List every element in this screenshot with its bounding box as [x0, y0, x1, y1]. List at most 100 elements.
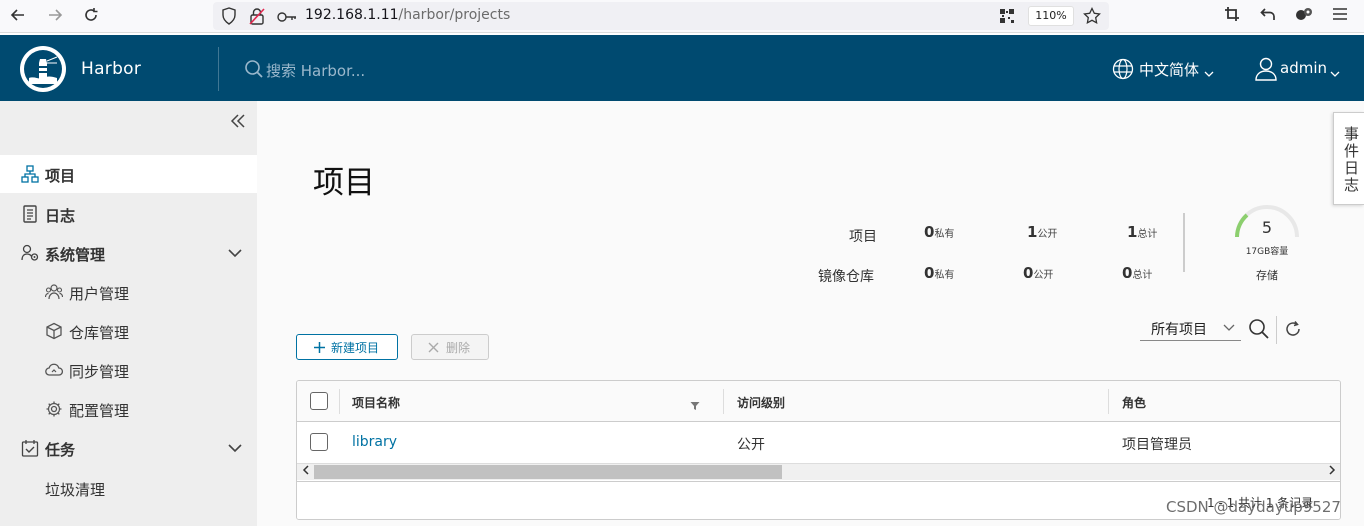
back-icon[interactable]: [7, 6, 29, 26]
storage-value: 5: [1261, 218, 1273, 237]
refresh-icon[interactable]: [1283, 319, 1303, 339]
stat-projects-label: 项目: [849, 229, 877, 245]
chevron-down-icon[interactable]: [228, 244, 244, 262]
admin-users-icon: [21, 244, 39, 262]
insecure-lock-icon[interactable]: [249, 7, 265, 29]
toolbar-divider: [1276, 316, 1277, 344]
search-icon[interactable]: [1248, 318, 1270, 340]
scroll-left-icon[interactable]: [299, 465, 313, 479]
sidebar-item-users[interactable]: 用户管理: [0, 273, 257, 311]
select-all-checkbox[interactable]: [310, 392, 328, 410]
language-label: 中文简体: [1139, 61, 1200, 79]
sidebar-item-label: 用户管理: [69, 285, 130, 303]
forward-icon[interactable]: [44, 6, 66, 26]
sidebar-item-configuration[interactable]: 配置管理: [0, 390, 257, 428]
collapse-sidebar-icon[interactable]: [228, 110, 248, 132]
stat-repos-total: 0总计: [1122, 264, 1152, 282]
search-icon[interactable]: [244, 59, 264, 79]
app-header: Harbor 搜索 Harbor... 中文简体 admin: [0, 35, 1364, 101]
url-host: 192.168.1.11: [305, 7, 399, 23]
delete-label: 删除: [446, 341, 471, 355]
sidebar-item-label: 系统管理: [45, 246, 106, 264]
chevron-down-icon: [1204, 64, 1214, 82]
shield-icon[interactable]: [221, 7, 237, 29]
horizontal-scrollbar[interactable]: [297, 463, 1340, 480]
chevron-down-icon[interactable]: [228, 439, 244, 457]
stat-projects-total: 1总计: [1127, 223, 1157, 241]
chevron-down-icon: [1223, 321, 1235, 333]
stat-suffix: 公开: [1037, 229, 1058, 240]
row-checkbox[interactable]: [310, 433, 328, 451]
filter-icon[interactable]: [690, 396, 700, 415]
tasks-icon: [21, 439, 39, 457]
page-title: 项目: [313, 165, 375, 200]
menu-icon[interactable]: [1329, 6, 1351, 26]
harbor-logo[interactable]: [20, 46, 66, 92]
url-bar[interactable]: 192.168.1.11/harbor/projects 110%: [213, 2, 1109, 30]
stat-suffix: 总计: [1137, 229, 1158, 240]
qr-code-icon[interactable]: [999, 8, 1015, 28]
sidebar-item-label: 同步管理: [69, 363, 130, 381]
sidebar-item-registries[interactable]: 仓库管理: [0, 312, 257, 350]
stat-suffix: 私有: [934, 270, 955, 281]
sidebar-item-projects[interactable]: 项目: [0, 155, 257, 193]
stat-value: 0: [1122, 264, 1133, 282]
user-icon: [1255, 57, 1277, 85]
stat-value: 1: [1127, 223, 1138, 241]
bookmark-star-icon[interactable]: [1083, 6, 1101, 29]
column-divider: [339, 389, 340, 414]
sidebar-item-administration[interactable]: 系统管理: [0, 234, 257, 272]
log-icon: [21, 205, 39, 223]
plus-icon: [313, 335, 326, 361]
new-project-button[interactable]: 新建项目: [296, 334, 398, 360]
cloud-sync-icon: [45, 361, 64, 379]
delete-button[interactable]: 删除: [411, 334, 489, 360]
table-row[interactable]: library 公开 项目管理员: [297, 422, 1340, 463]
watermark: CSDN @daydayup9527: [1166, 498, 1341, 516]
crop-icon[interactable]: [1221, 6, 1243, 26]
stat-value: 1: [1027, 223, 1038, 241]
stat-repos-public: 0公开: [1023, 264, 1053, 282]
main-content: 项目 项目 0私有 1公开 1总计 镜像仓库 0私有 0公开 0总计 5 17G…: [257, 101, 1364, 526]
stat-suffix: 总计: [1132, 270, 1153, 281]
sidebar-item-tasks[interactable]: 任务: [0, 429, 257, 467]
username: admin: [1280, 59, 1327, 77]
stat-repos-private: 0私有: [924, 264, 954, 282]
url-text[interactable]: 192.168.1.11/harbor/projects: [305, 7, 510, 23]
url-path: /harbor/projects: [398, 7, 511, 23]
column-header-access[interactable]: 访问级别: [737, 394, 785, 411]
stat-suffix: 私有: [934, 229, 955, 240]
filter-value: 所有项目: [1151, 322, 1207, 338]
scrollbar-thumb[interactable]: [314, 465, 782, 479]
sidebar: 项目 日志 系统管理 用户管理 仓库管理 同步管理 配置管理 任务 垃圾清理: [0, 101, 257, 526]
project-name-link[interactable]: library: [352, 434, 397, 450]
users-icon: [44, 283, 64, 301]
extension-icon[interactable]: [1293, 6, 1315, 26]
global-search-input[interactable]: 搜索 Harbor...: [266, 60, 365, 81]
stat-value: 0: [924, 264, 935, 282]
sidebar-item-logs[interactable]: 日志: [0, 195, 257, 233]
access-level-cell: 公开: [737, 437, 765, 453]
column-header-name[interactable]: 项目名称: [352, 394, 400, 411]
project-filter-select[interactable]: 所有项目: [1140, 315, 1241, 341]
sidebar-item-garbage-collection[interactable]: 垃圾清理: [0, 469, 257, 507]
reload-icon[interactable]: [80, 6, 102, 26]
column-divider: [1108, 389, 1109, 414]
event-log-tab[interactable]: 事件日志: [1333, 112, 1364, 205]
zoom-level[interactable]: 110%: [1028, 6, 1074, 26]
sidebar-item-replications[interactable]: 同步管理: [0, 351, 257, 389]
scroll-right-icon[interactable]: [1325, 465, 1339, 479]
stat-value: 0: [924, 223, 935, 241]
brand-name[interactable]: Harbor: [81, 59, 141, 79]
globe-icon: [1112, 58, 1134, 84]
storage-label: 存储: [1256, 269, 1278, 282]
column-header-role[interactable]: 角色: [1122, 394, 1146, 411]
header-divider: [218, 47, 219, 91]
key-icon[interactable]: [277, 9, 297, 28]
undo-icon[interactable]: [1257, 6, 1279, 26]
sidebar-item-label: 仓库管理: [69, 324, 130, 342]
sidebar-item-label: 项目: [45, 167, 76, 185]
stat-repos-label: 镜像仓库: [818, 269, 874, 285]
sidebar-item-label: 日志: [45, 207, 76, 225]
close-icon: [428, 335, 439, 360]
